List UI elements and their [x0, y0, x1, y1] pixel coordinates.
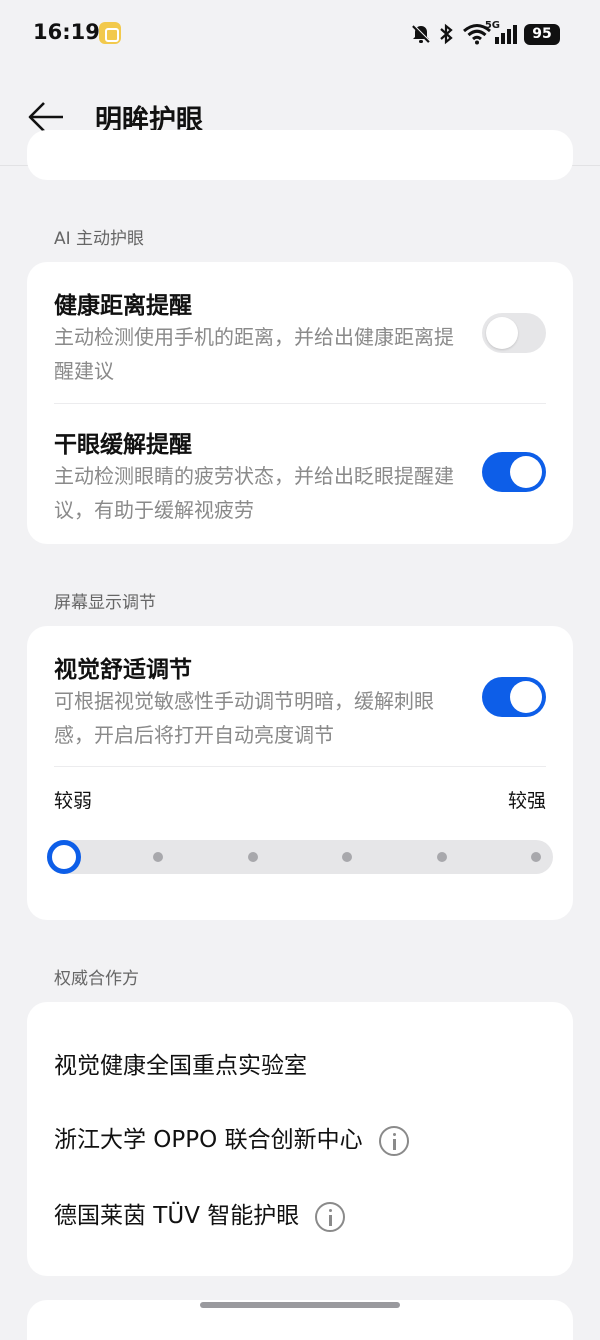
setting-description: 主动检测眼睛的疲劳状态，并给出眨眼提醒建议，有助于缓解视疲劳	[54, 464, 454, 522]
info-icon[interactable]	[378, 1125, 409, 1156]
setting-title: 干眼缓解提醒	[54, 432, 192, 458]
info-icon[interactable]	[315, 1201, 346, 1232]
partner-item: 德国莱茵 TÜV 智能护眼	[54, 1196, 346, 1232]
setting-description: 主动检测使用手机的距离，并给出健康距离提醒建议	[54, 325, 454, 383]
status-bar: 16:19 5G 95	[0, 0, 600, 68]
setting-title: 视觉舒适调节	[54, 657, 192, 683]
cell-signal-icon	[495, 25, 517, 44]
toggle-knob	[510, 681, 542, 713]
setting-title: 健康距离提醒	[54, 293, 192, 319]
partners-card: 视觉健康全国重点实验室 浙江大学 OPPO 联合创新中心 德国莱茵 TÜV 智能…	[27, 1002, 573, 1276]
bluetooth-icon	[440, 23, 453, 45]
home-indicator[interactable]	[200, 1302, 400, 1308]
partner-name: 德国莱茵 TÜV 智能护眼	[54, 1203, 300, 1229]
slider-step-dot[interactable]	[247, 852, 258, 862]
partner-name: 视觉健康全国重点实验室	[54, 1053, 307, 1079]
display-adjust-card: 视觉舒适调节 可根据视觉敏感性手动调节明暗，缓解刺眼感，开启后将打开自动亮度调节…	[27, 626, 573, 920]
section-label-ai: AI 主动护眼	[54, 229, 145, 249]
toggle-knob	[510, 456, 542, 488]
slider-step-dot[interactable]	[342, 852, 353, 862]
setting-description: 可根据视觉敏感性手动调节明暗，缓解刺眼感，开启后将打开自动亮度调节	[54, 689, 434, 747]
slider-thumb[interactable]	[47, 840, 81, 874]
slider-step-dot[interactable]	[436, 852, 447, 862]
mute-bell-icon	[412, 24, 431, 43]
back-arrow-icon[interactable]	[27, 100, 65, 134]
slider-step-dot[interactable]	[531, 852, 541, 862]
section-label-display: 屏幕显示调节	[54, 593, 156, 613]
slider-min-label: 较弱	[54, 790, 93, 812]
notification-app-icon	[99, 22, 121, 44]
partner-name: 浙江大学 OPPO 联合创新中心	[54, 1127, 363, 1153]
setting-row-distance-reminder[interactable]: 健康距离提醒 主动检测使用手机的距离，并给出健康距离提醒建议	[27, 262, 573, 403]
dry-eye-reminder-toggle[interactable]	[482, 452, 546, 492]
distance-reminder-toggle[interactable]	[482, 313, 546, 353]
comfort-level-slider[interactable]	[47, 840, 553, 874]
ai-eye-care-card: 健康距离提醒 主动检测使用手机的距离，并给出健康距离提醒建议 干眼缓解提醒 主动…	[27, 262, 573, 544]
section-label-partners: 权威合作方	[54, 969, 139, 989]
setting-row-visual-comfort[interactable]: 视觉舒适调节 可根据视觉敏感性手动调节明暗，缓解刺眼感，开启后将打开自动亮度调节	[27, 626, 573, 766]
visual-comfort-toggle[interactable]	[482, 677, 546, 717]
previous-card-bottom	[27, 130, 573, 180]
divider	[54, 766, 546, 767]
setting-row-dry-eye-reminder[interactable]: 干眼缓解提醒 主动检测眼睛的疲劳状态，并给出眨眼提醒建议，有助于缓解视疲劳	[27, 403, 573, 544]
partner-item: 浙江大学 OPPO 联合创新中心	[54, 1120, 409, 1156]
battery-indicator: 95	[524, 24, 560, 45]
status-time: 16:19	[33, 20, 100, 44]
slider-step-dot[interactable]	[153, 852, 164, 862]
partner-item: 视觉健康全国重点实验室	[54, 1046, 307, 1080]
toggle-knob	[486, 317, 518, 349]
slider-max-label: 较强	[507, 790, 546, 812]
